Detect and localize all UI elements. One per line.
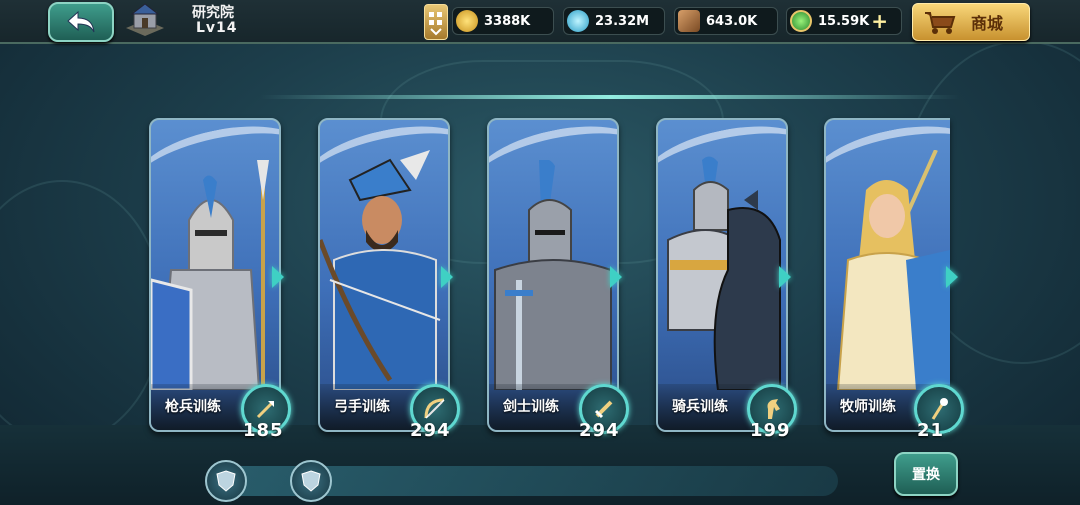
resource-wood: 643.0K xyxy=(674,7,778,35)
gold-value: 3388K xyxy=(484,13,531,29)
resource-gems: 15.59K + xyxy=(786,7,902,35)
resource-gold: 3388K xyxy=(452,7,554,35)
back-arrow-icon xyxy=(67,10,95,33)
swordsman-portrait xyxy=(494,160,612,390)
shield-icon xyxy=(216,470,236,492)
back-button[interactable] xyxy=(48,2,114,42)
unit-count: 21 xyxy=(917,420,945,441)
grid-menu-button[interactable] xyxy=(424,4,448,40)
add-gems-icon[interactable]: + xyxy=(871,9,888,33)
card-label: 骑兵训练 xyxy=(672,399,728,415)
shop-button[interactable]: 商城 xyxy=(912,3,1030,41)
card-label: 牧师训练 xyxy=(840,399,896,415)
gold-coins-icon xyxy=(456,10,478,32)
building-icon xyxy=(122,2,168,38)
shield-icon xyxy=(301,470,321,492)
potion-flask-icon xyxy=(567,10,589,32)
shield-slot-2[interactable] xyxy=(290,460,332,502)
shop-cart-icon xyxy=(925,12,956,34)
resource-mana: 23.32M xyxy=(563,7,665,35)
chevron-right-icon xyxy=(272,266,284,288)
mana-value: 23.32M xyxy=(595,13,650,29)
chevron-right-icon xyxy=(946,266,958,288)
top-bar: 研究院 Lv14 3388K 23.32M 643.0K 15.59K + 商城 xyxy=(0,0,1080,44)
chevron-right-icon xyxy=(779,266,791,288)
top-glow-divider xyxy=(260,95,960,99)
wood-value: 643.0K xyxy=(706,13,758,29)
card-label: 弓手训练 xyxy=(334,399,390,415)
wood-log-icon xyxy=(678,10,700,32)
building-name: 研究院 xyxy=(192,5,234,21)
unit-count: 185 xyxy=(243,420,284,441)
spearman-portrait xyxy=(151,160,269,390)
green-gem-coin-icon xyxy=(790,10,812,32)
swap-button[interactable]: 置换 xyxy=(894,452,958,496)
unit-count: 199 xyxy=(750,420,791,441)
chevron-right-icon xyxy=(610,266,622,288)
chevron-down-icon xyxy=(430,28,442,36)
priest-portrait xyxy=(836,150,950,390)
chevron-right-icon xyxy=(441,266,453,288)
shield-slot-1[interactable] xyxy=(205,460,247,502)
gems-value: 15.59K xyxy=(818,13,870,29)
cavalry-portrait xyxy=(667,156,781,390)
card-label: 剑士训练 xyxy=(503,399,559,415)
card-label: 枪兵训练 xyxy=(165,399,221,415)
archer-portrait xyxy=(320,150,441,390)
unit-count: 294 xyxy=(579,420,620,441)
unit-count: 294 xyxy=(410,420,451,441)
building-level: Lv14 xyxy=(196,20,238,36)
shop-label: 商城 xyxy=(971,14,1004,33)
